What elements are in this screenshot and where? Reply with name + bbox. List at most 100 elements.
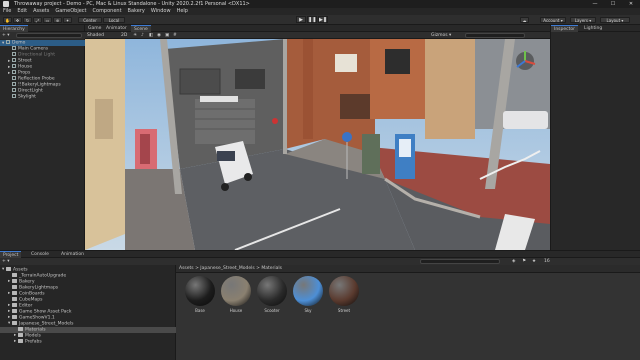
bottom-tabs: Project Console Animation	[0, 251, 640, 258]
maximize-button[interactable]: ☐	[604, 0, 622, 8]
material-sphere-icon	[221, 276, 251, 306]
folder-label: Japanese_Street_Models	[19, 321, 74, 327]
folder-label: CoinBoards	[19, 291, 45, 297]
menu-help[interactable]: Help	[177, 8, 188, 15]
folder-icon	[12, 279, 17, 283]
material-asset[interactable]: Base	[184, 276, 216, 313]
account-dropdown[interactable]: Account ▾	[540, 17, 566, 23]
scene-grid-icon[interactable]: #	[173, 32, 177, 39]
scene-search-input[interactable]	[465, 33, 525, 38]
scene-camera-icon[interactable]: ▣	[165, 32, 169, 39]
hierarchy-item-label: Props	[18, 70, 31, 76]
scene-audio-icon[interactable]: ♪	[141, 32, 144, 39]
scene-viewport[interactable]	[85, 39, 550, 250]
gizmos-dropdown[interactable]: Gizmos ▾	[431, 32, 451, 39]
tab-project[interactable]: Project	[0, 251, 22, 258]
step-button[interactable]: ▶❚	[318, 16, 328, 23]
scene-visibility-icon[interactable]: ◉	[157, 32, 161, 39]
project-add-button[interactable]: + ▾	[2, 258, 9, 265]
material-sphere-icon	[293, 276, 323, 306]
shading-mode-dropdown[interactable]: Shaded	[87, 32, 104, 39]
hierarchy-item[interactable]: Skylight	[0, 94, 85, 100]
play-button[interactable]: ▶	[296, 16, 306, 23]
rect-tool-icon[interactable]: ▭	[43, 17, 52, 23]
project-panel: Project Console Animation + ▾ ◈ ⚑ ★ 16 ▾…	[0, 250, 640, 360]
title-bar: Throwaway project - Demo - PC, Mac & Lin…	[0, 0, 640, 8]
tab-animator[interactable]: Animator	[103, 25, 130, 32]
menu-file[interactable]: File	[3, 8, 11, 15]
folder-label: CubeMaps	[19, 297, 43, 303]
hidden-count: 16	[544, 259, 550, 264]
project-search-input[interactable]	[420, 259, 500, 264]
transform-tool-icon[interactable]: ⊕	[53, 17, 62, 23]
favorite-icon[interactable]: ★	[532, 258, 536, 265]
window-title: Throwaway project - Demo - PC, Mac & Lin…	[14, 1, 250, 7]
move-tool-icon[interactable]: ✥	[13, 17, 22, 23]
scene-panel: Game Animator Scene Shaded 2D ☀ ♪ ◧ ◉ ▣ …	[85, 25, 550, 250]
2d-toggle[interactable]: 2D	[121, 32, 127, 39]
material-label: House	[229, 308, 243, 313]
minimize-button[interactable]: —	[586, 0, 604, 8]
cloud-icon[interactable]: ☁	[520, 17, 529, 23]
tab-lighting[interactable]: Lighting	[581, 25, 605, 32]
hierarchy-item-label: Skylight	[18, 94, 36, 100]
inspector-panel: Inspector Lighting	[550, 25, 640, 250]
folder-icon	[12, 297, 17, 301]
folder-label: Prefabs	[25, 339, 42, 345]
hand-tool-icon[interactable]: ✋	[3, 17, 12, 23]
close-button[interactable]: ✕	[622, 0, 640, 8]
gameobject-icon	[12, 64, 16, 68]
pivot-center-toggle[interactable]: Center	[78, 17, 102, 23]
filter-type-icon[interactable]: ◈	[512, 258, 515, 265]
hierarchy-item-label: Main Camera	[18, 46, 48, 52]
scene-light-icon[interactable]: ☀	[133, 32, 137, 39]
menu-window[interactable]: Window	[151, 8, 171, 15]
filter-label-icon[interactable]: ⚑	[522, 258, 526, 265]
tab-inspector[interactable]: Inspector	[551, 25, 578, 32]
menu-gameobject[interactable]: GameObject	[55, 8, 86, 15]
tab-scene[interactable]: Scene	[131, 25, 151, 32]
material-asset[interactable]: Street	[328, 276, 360, 313]
gameobject-icon	[12, 46, 16, 50]
material-asset[interactable]: Sky	[292, 276, 324, 313]
menu-bakery[interactable]: Bakery	[128, 8, 145, 15]
pause-button[interactable]: ❚❚	[307, 16, 317, 23]
menu-edit[interactable]: Edit	[17, 8, 27, 15]
folder-label: Editor	[19, 303, 33, 309]
material-asset[interactable]: Scooter	[256, 276, 288, 313]
tab-game[interactable]: Game	[85, 25, 104, 32]
hierarchy-add-button[interactable]: + ▾	[2, 32, 9, 39]
hierarchy-search-input[interactable]	[16, 33, 82, 38]
folder-icon	[12, 285, 17, 289]
breadcrumb: Assets > Japanese_Street_Models > Materi…	[176, 265, 640, 273]
folder-label: Materials	[25, 327, 46, 333]
pivot-local-toggle[interactable]: Local	[103, 17, 125, 23]
hierarchy-item-label: Reflection Probe	[18, 76, 55, 82]
street-scene-render	[85, 39, 550, 250]
custom-tool-icon[interactable]: ✦	[63, 17, 72, 23]
folder-icon	[12, 315, 17, 319]
menu-assets[interactable]: Assets	[33, 8, 49, 15]
layers-dropdown[interactable]: Layers ▾	[570, 17, 596, 23]
folder-item[interactable]: ▸ Prefabs	[0, 339, 176, 345]
folder-icon	[12, 273, 17, 277]
folder-label: Bakery	[19, 279, 35, 285]
tab-animation[interactable]: Animation	[58, 251, 87, 258]
gameobject-icon	[12, 58, 16, 62]
gameobject-icon	[12, 88, 16, 92]
menu-component[interactable]: Component	[93, 8, 122, 15]
hierarchy-panel: Hierarchy + ▾ ▾ Demo Main Camera Directio…	[0, 25, 85, 250]
material-asset[interactable]: House	[220, 276, 252, 313]
folder-label: Game Show Asset Pack	[19, 309, 72, 315]
material-sphere-icon	[329, 276, 359, 306]
hierarchy-toolbar: + ▾	[0, 32, 85, 39]
hierarchy-item-label: Directional Light	[18, 52, 55, 58]
tab-hierarchy[interactable]: Hierarchy	[0, 25, 28, 32]
tab-console[interactable]: Console	[28, 251, 52, 258]
layout-dropdown[interactable]: Layout ▾	[600, 17, 630, 23]
scale-tool-icon[interactable]: ⤢	[33, 17, 42, 23]
rotate-tool-icon[interactable]: ↻	[23, 17, 32, 23]
scene-effects-icon[interactable]: ◧	[149, 32, 153, 39]
project-toolbar: + ▾ ◈ ⚑ ★ 16	[0, 258, 640, 265]
folder-icon	[18, 327, 23, 331]
